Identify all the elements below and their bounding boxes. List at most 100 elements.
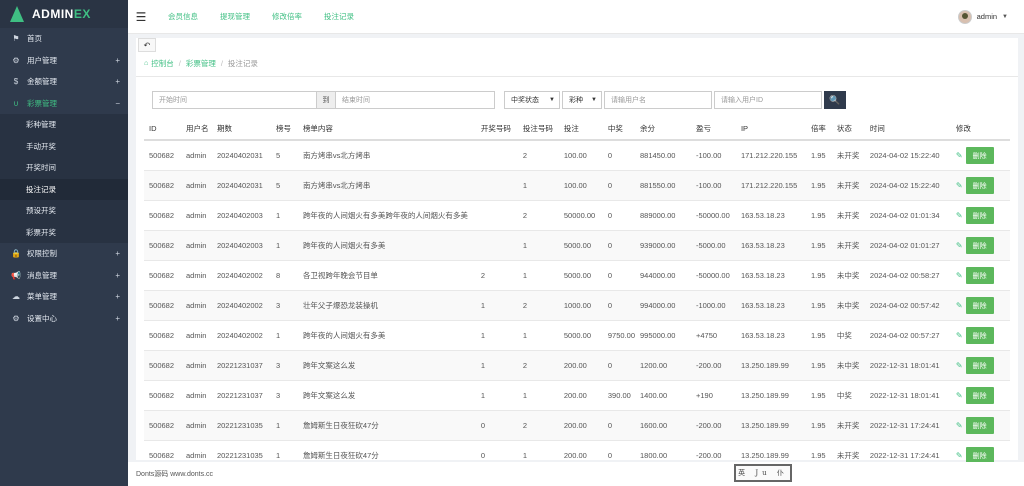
magnet-icon: ∪ [13, 98, 19, 108]
table-cell: 8 [270, 260, 298, 291]
start-time-input[interactable]: 开始时间 [152, 91, 317, 109]
edit-icon[interactable]: ✎ [956, 241, 963, 250]
submenu-item-5[interactable]: 彩票开奖 [0, 222, 128, 244]
table-cell: 20221231037 [211, 380, 271, 411]
table-cell: 1600.00 [635, 410, 691, 441]
edit-icon[interactable]: ✎ [956, 421, 963, 430]
status-select[interactable]: 中奖状态 ▼ [504, 91, 560, 109]
logo-mark-icon [10, 6, 24, 22]
table-row: 500682 admin 20221231035 1 詹姆斯生日夜狂砍47分 0 2 200.… [144, 410, 1010, 441]
top-nav-withdraw[interactable]: 提现管理 [220, 11, 250, 22]
delete-button[interactable]: 删除 [965, 357, 994, 374]
sidebar-item-1[interactable]: 📢 消息管理 + [0, 265, 128, 287]
submenu-item-0[interactable]: 彩种管理 [0, 114, 128, 136]
table-cell: 200.00 [558, 350, 603, 381]
table-cell: 20240402002 [211, 290, 271, 321]
delete-button[interactable]: 删除 [965, 237, 994, 254]
table-cell: 中奖 [831, 380, 865, 411]
table-cell: 200.00 [558, 410, 603, 441]
edit-icon[interactable]: ✎ [956, 391, 963, 400]
back-button[interactable]: ↶ [138, 38, 156, 52]
edit-icon[interactable]: ✎ [956, 151, 963, 160]
edit-cell: ✎ 删除 [950, 380, 1010, 411]
table-cell: 13.250.189.99 [735, 410, 806, 441]
lottery-type-select[interactable]: 彩种 ▼ [562, 91, 602, 109]
sidebar-item-1[interactable]: ⚙ 用户管理 + [0, 50, 128, 72]
sidebar-item-label: 首页 [27, 34, 42, 44]
delete-button[interactable]: 删除 [965, 147, 994, 164]
sidebar-item-0[interactable]: ⚑ 首页 [0, 28, 128, 50]
user-name: admin [976, 12, 998, 21]
delete-button[interactable]: 删除 [965, 207, 994, 224]
table-cell: 100.00 [558, 140, 603, 171]
table-cell: 13.250.189.99 [735, 380, 806, 411]
main-panel: ↶ ⌂ 控制台 / 彩票管理 / 投注记录 开始时间 到 结束时间 中奖状态 ▼ … [136, 38, 1018, 471]
username-input[interactable]: 请输用户名 [604, 91, 712, 109]
logo-text-prefix: ADMIN [32, 7, 74, 21]
sidebar-item-3[interactable]: ⚙ 设置中心 + [0, 308, 128, 330]
sidebar-item-0[interactable]: 🔒 权限控制 + [0, 243, 128, 265]
table-cell: admin [180, 260, 212, 291]
table-cell: 163.53.18.23 [735, 290, 806, 321]
edit-icon[interactable]: ✎ [956, 271, 963, 280]
end-time-input[interactable]: 结束时间 [335, 91, 495, 109]
table-cell: 2024-04-02 01:01:34 [864, 200, 951, 231]
table-cell: 20240402031 [211, 140, 271, 171]
user-menu[interactable]: admin ▼ [957, 9, 1024, 24]
table-cell: 881550.00 [635, 170, 691, 201]
delete-button[interactable]: 删除 [965, 387, 994, 404]
edit-icon[interactable]: ✎ [956, 181, 963, 190]
edit-icon[interactable]: ✎ [956, 301, 963, 310]
edit-icon[interactable]: ✎ [956, 361, 963, 370]
edit-icon[interactable]: ✎ [956, 451, 963, 460]
top-nav-member-info[interactable]: 会员信息 [168, 11, 198, 22]
table-cell: 2024-04-02 00:57:27 [864, 320, 951, 351]
table-cell: 1.95 [805, 410, 832, 441]
edit-icon[interactable]: ✎ [956, 211, 963, 220]
sidebar-item-2[interactable]: $ 金额管理 + [0, 71, 128, 93]
table-cell: 20240402003 [211, 200, 271, 231]
submenu-item-2[interactable]: 开奖时间 [0, 157, 128, 179]
search-button[interactable]: 🔍 [824, 91, 846, 109]
top-nav-odds[interactable]: 修改倍率 [272, 11, 302, 22]
table-cell: 500682 [144, 260, 181, 291]
table-cell [475, 200, 518, 231]
delete-button[interactable]: 删除 [965, 297, 994, 314]
table-cell: 2022-12-31 17:24:41 [864, 410, 951, 441]
table-cell: 5 [270, 170, 298, 201]
submenu-item-1[interactable]: 手动开奖 [0, 136, 128, 158]
top-nav-bets[interactable]: 投注记录 [324, 11, 354, 22]
table-cell: 1 [270, 320, 298, 351]
logo[interactable]: ADMINEX [0, 0, 128, 28]
table-cell: 2024-04-02 00:58:27 [864, 260, 951, 291]
delete-button[interactable]: 删除 [965, 177, 994, 194]
table-cell: 889000.00 [635, 200, 691, 231]
menu-toggle-icon[interactable]: ☰ [128, 0, 154, 34]
table-cell: 未开奖 [831, 410, 865, 441]
table-cell: 500682 [144, 380, 181, 411]
table-cell: 171.212.220.155 [735, 140, 806, 171]
table-row: 500682 admin 20240402031 5 南方烤串vs北方烤串 2 100.00… [144, 140, 1010, 171]
user-id-input[interactable]: 请输入用户ID [714, 91, 822, 109]
submenu-item-3[interactable]: 投注记录 [0, 178, 128, 200]
table-cell: 1 [475, 320, 518, 351]
submenu-item-4[interactable]: 预设开奖 [0, 200, 128, 222]
breadcrumb-lottery[interactable]: 彩票管理 [186, 58, 216, 69]
table-cell: 500682 [144, 320, 181, 351]
table-cell: 163.53.18.23 [735, 230, 806, 261]
delete-button[interactable]: 删除 [965, 327, 994, 344]
breadcrumb-console[interactable]: 控制台 [151, 58, 174, 69]
table-cell: 20240402002 [211, 260, 271, 291]
expand-icon: + [115, 249, 120, 259]
edit-icon[interactable]: ✎ [956, 331, 963, 340]
table-cell: 3 [270, 350, 298, 381]
table-cell: 1000.00 [558, 290, 603, 321]
sidebar-item-3[interactable]: ∪ 彩票管理 − [0, 93, 128, 115]
sidebar-item-2[interactable]: ☁ 菜单管理 + [0, 286, 128, 308]
table-cell: 2022-12-31 18:01:41 [864, 350, 951, 381]
delete-button[interactable]: 删除 [965, 417, 994, 434]
table-cell: 500682 [144, 170, 181, 201]
breadcrumb-current: 投注记录 [227, 59, 258, 68]
table-row: 500682 admin 20221231037 3 跨年文案这么发 1 1 200.00 39… [144, 380, 1010, 411]
delete-button[interactable]: 删除 [965, 267, 994, 284]
